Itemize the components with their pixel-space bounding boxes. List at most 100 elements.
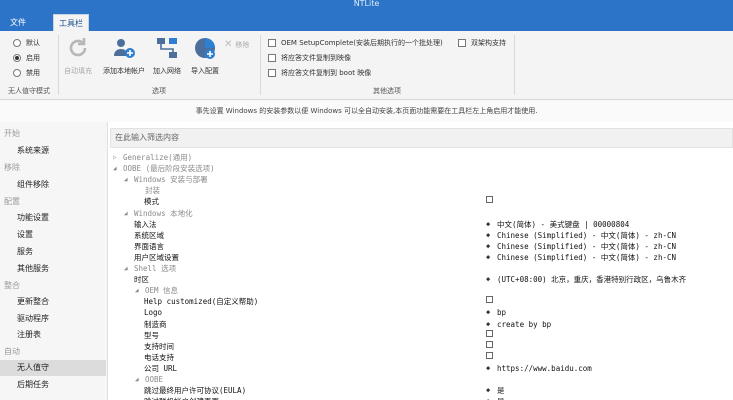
expand-arrow-icon[interactable]: ◢: [124, 263, 128, 274]
checkbox-box: [268, 69, 276, 77]
tree-group-row[interactable]: ◢ Shell 选项: [110, 263, 733, 274]
mode-default-radio[interactable]: 默认: [13, 37, 40, 49]
tree-group-row[interactable]: ◢ Windows 本地化: [110, 208, 733, 219]
tree-row-label: OOBE (最后阶段安装选项): [123, 164, 215, 174]
sidebar-item-system-source[interactable]: 系统来源: [0, 143, 106, 159]
refresh-icon: [69, 38, 87, 57]
tree-group-row[interactable]: 封装: [110, 185, 733, 196]
mode-enable-radio[interactable]: 启用: [13, 52, 40, 64]
tree-setting-row[interactable]: 跳过最终用户许可协议(EULA) ◆ 是: [110, 385, 733, 396]
expand-arrow-icon[interactable]: ◢: [135, 285, 139, 296]
oem-setupcomplete-checkbox[interactable]: OEM SetupComplete(安装后期执行的一个批处理): [268, 37, 443, 49]
sidebar-category-auto: 自动: [4, 347, 20, 356]
copy-answer-file-boot-checkbox[interactable]: 将应答文件复制到 boot 映像: [268, 67, 371, 79]
setting-value-text: 中文(简体) - 美式键盘 | 00000804: [497, 219, 630, 229]
copy-answer-file-checkbox[interactable]: 将应答文件复制到映像: [268, 52, 351, 64]
radio-circle: [13, 54, 21, 62]
expand-arrow-icon[interactable]: ◢: [124, 208, 128, 219]
tree-setting-row[interactable]: 界面语言 ◆ Chinese (Simplified) - 中文(简体) - zh-…: [110, 241, 733, 252]
sidebar-item-services[interactable]: 服务: [0, 244, 106, 260]
tree-row-label: 跳过最终用户许可协议(EULA): [144, 386, 247, 396]
import-config-button[interactable]: 导入配置: [187, 36, 223, 76]
checkbox-label: OEM SetupComplete(安装后期执行的一个批处理): [281, 39, 443, 47]
tree-setting-row[interactable]: 支持时间: [110, 340, 733, 352]
sidebar-item-drivers[interactable]: 驱动程序: [0, 311, 106, 327]
join-network-button[interactable]: 加入网络: [149, 36, 185, 76]
tree-setting-row[interactable]: 跳过联机帐户创建页面 ◆是: [110, 396, 733, 400]
filter-input[interactable]: 在此输入筛选内容: [110, 128, 733, 148]
setting-value[interactable]: ◆ Chinese (Simplified) - 中文(简体) - zh-CN: [486, 252, 676, 263]
expand-arrow-icon[interactable]: ◢: [124, 174, 128, 185]
diamond-icon: ◆: [486, 308, 491, 317]
setting-checkbox[interactable]: [486, 340, 493, 348]
setting-checkbox[interactable]: [486, 351, 493, 359]
tree-row-label: 用户区域设置: [134, 252, 179, 262]
setting-value[interactable]: ◆ 中文(简体) - 美式键盘 | 00000804: [486, 219, 629, 230]
group-divider: [514, 35, 515, 95]
setting-checkbox[interactable]: [486, 196, 493, 204]
tree-setting-row[interactable]: 输入法 ◆ 中文(简体) - 美式键盘 | 00000804: [110, 219, 733, 230]
tree-group-row[interactable]: ▷ Generalize(通用): [110, 152, 733, 163]
tree-setting-row[interactable]: 制造商 ◆ create by bp: [110, 319, 733, 330]
sidebar-item-other-services[interactable]: 其他服务: [0, 261, 106, 277]
tree-row-label: 支持时间: [144, 341, 174, 351]
expand-arrow-icon[interactable]: ◢: [113, 163, 117, 174]
setting-value[interactable]: ◆ create by bp: [486, 319, 551, 330]
setting-checkbox[interactable]: [486, 329, 493, 337]
group-divider: [58, 35, 59, 95]
tree-setting-row[interactable]: 型号: [110, 329, 733, 341]
tree-setting-row[interactable]: Help customized(自定义帮助): [110, 296, 733, 307]
tree-group-row[interactable]: ◢ Windows 安装与部署: [110, 174, 733, 185]
setting-value-text: Chinese (Simplified) - 中文(简体) - zh-CN: [497, 252, 677, 262]
diamond-icon: ◆: [486, 252, 491, 261]
remove-button[interactable]: ✕ 移除: [224, 39, 249, 50]
tree-setting-row[interactable]: 时区 ◆ (UTC+08:00) 北京，重庆，香港特别行政区，乌鲁木齐: [110, 274, 733, 285]
sidebar-item-features[interactable]: 功能设置: [0, 210, 106, 226]
setting-value[interactable]: ◆是: [486, 396, 505, 400]
collapse-arrow-icon[interactable]: ▷: [113, 152, 117, 163]
setting-value[interactable]: ◆ https://www.baidu.com: [486, 363, 592, 374]
mode-disable-radio[interactable]: 禁用: [13, 67, 40, 79]
sidebar-item-post-setup[interactable]: 后期任务: [0, 377, 106, 393]
tree-group-row[interactable]: ◢ OEM 信息: [110, 285, 733, 296]
sidebar-item-registry[interactable]: 注册表: [0, 327, 106, 343]
tree-setting-row[interactable]: Logo ◆ bp: [110, 307, 733, 318]
tree-setting-row[interactable]: 公司 URL ◆ https://www.baidu.com: [110, 363, 733, 374]
sidebar-item-updates[interactable]: 更新整合: [0, 294, 106, 310]
autofill-button[interactable]: 自动填充: [60, 36, 96, 76]
tree-group-row[interactable]: ◢ OOBE (最后阶段安装选项): [110, 163, 733, 174]
setting-value-text: create by bp: [497, 319, 552, 329]
checkbox-label: 将应答文件复制到 boot 映像: [281, 69, 372, 77]
sidebar-item-unattended[interactable]: 无人值守: [0, 360, 106, 376]
diamond-icon: ◆: [486, 396, 492, 400]
tree-row-label: 公司 URL: [144, 363, 178, 373]
setting-value[interactable]: ◆ Chinese (Simplified) - 中文(简体) - zh-CN: [486, 241, 676, 252]
tree-row-label: 封装: [145, 186, 160, 196]
dual-arch-checkbox[interactable]: 双架构支持: [458, 37, 506, 49]
join-network-label: 加入网络: [153, 67, 181, 75]
radio-label: 禁用: [26, 69, 40, 77]
setting-checkbox[interactable]: [486, 296, 493, 304]
tab-toolbar[interactable]: 工具栏: [53, 14, 89, 31]
tree-setting-row[interactable]: 系统区域 ◆ Chinese (Simplified) - 中文(简体) - zh-…: [110, 230, 733, 241]
setting-value[interactable]: ◆是: [486, 385, 505, 396]
tree-setting-row[interactable]: 模式: [110, 196, 733, 207]
tab-file[interactable]: 文件: [4, 14, 32, 31]
tree-setting-row[interactable]: 用户区域设置 ◆ Chinese (Simplified) - 中文(简体) - z…: [110, 252, 733, 263]
sidebar-item-settings[interactable]: 设置: [0, 227, 106, 243]
setting-value[interactable]: ◆ bp: [486, 307, 506, 318]
checkbox-box: [486, 296, 493, 304]
tree-group-row[interactable]: ◢ OOBE: [110, 374, 733, 385]
sidebar-item-component-removal[interactable]: 组件移除: [0, 177, 106, 193]
checkbox-box: [458, 39, 466, 47]
expand-arrow-icon[interactable]: ◢: [135, 374, 139, 385]
radio-circle: [13, 39, 21, 47]
add-local-account-button[interactable]: 添加本地帐户: [102, 36, 146, 76]
setting-value[interactable]: ◆ (UTC+08:00) 北京，重庆，香港特别行政区，乌鲁木齐: [486, 274, 686, 285]
checkbox-box: [486, 196, 493, 204]
setting-value[interactable]: ◆ Chinese (Simplified) - 中文(简体) - zh-CN: [486, 230, 676, 241]
tree-setting-row[interactable]: 电话支持: [110, 351, 733, 363]
tree-row-label: Windows 本地化: [134, 208, 193, 218]
remove-label: 移除: [235, 40, 250, 49]
tree-row-label: 跳过联机帐户创建页面: [144, 396, 219, 400]
